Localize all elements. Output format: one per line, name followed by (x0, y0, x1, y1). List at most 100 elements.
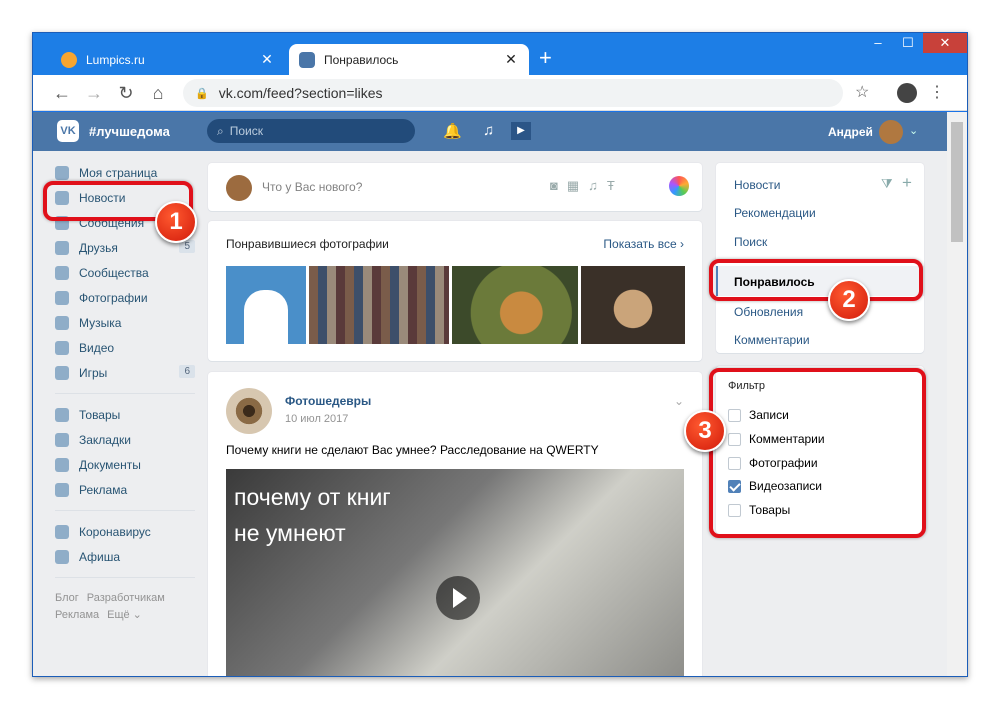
bell-icon[interactable]: 🔔 (443, 122, 462, 140)
star-icon (55, 432, 69, 447)
group-icon (55, 265, 69, 280)
virus-icon (55, 524, 69, 539)
right-menu-recommendations[interactable]: Рекомендации (734, 206, 816, 220)
right-menu-comments[interactable]: Комментарии (734, 333, 810, 347)
scrollbar-thumb[interactable] (951, 122, 963, 242)
close-tab-icon[interactable]: ✕ (259, 51, 275, 68)
mood-icon[interactable] (669, 176, 689, 196)
maximize-button[interactable]: ☐ (893, 33, 923, 53)
footer-link-developers[interactable]: Разработчикам (87, 592, 165, 604)
menu-item-bookmarks[interactable]: Закладки (55, 427, 195, 452)
menu-item-games[interactable]: Игры 6 (55, 360, 195, 385)
home-icon (55, 165, 69, 180)
step-badge-3: 3 (684, 410, 726, 452)
document-icon (55, 457, 69, 472)
menu-divider (55, 577, 195, 578)
lock-icon: 🔒 (195, 87, 209, 100)
right-menu: Новости ⧩ + Рекомендации Поиск Понравило… (716, 163, 924, 353)
bag-icon (55, 407, 69, 422)
chevron-down-icon[interactable]: ⌄ (909, 124, 918, 137)
camera-icon[interactable]: ◙ (550, 178, 558, 194)
liked-photo-2[interactable] (309, 266, 449, 344)
post-video[interactable]: почему от книг не умнеют (226, 469, 684, 676)
menu-label: Документы (79, 457, 141, 472)
liked-photo-3[interactable] (452, 266, 578, 344)
compose-input[interactable]: Что у Вас нового? (262, 180, 362, 194)
new-tab-button[interactable]: + (539, 45, 552, 71)
menu-item-photos[interactable]: Фотографии (55, 285, 195, 310)
menu-label: Товары (79, 407, 121, 422)
caption-line-1: почему от книг (234, 484, 391, 510)
menu-item-ads[interactable]: Реклама (55, 477, 195, 502)
highlight-liked (709, 259, 923, 301)
page-scrollbar[interactable] (947, 112, 967, 676)
vk-search-input[interactable]: ⌕ Поиск (207, 119, 415, 143)
music-note-icon[interactable]: ♫ (483, 122, 494, 139)
menu-label: Видео (79, 340, 115, 355)
vk-favicon-icon (299, 51, 315, 68)
chevron-down-icon[interactable]: ⌄ (674, 394, 684, 408)
menu-label: Коронавирус (79, 524, 151, 539)
play-button[interactable] (436, 576, 480, 620)
compose-icons: ◙ ▦ ♫ Ŧ (550, 178, 615, 194)
menu-item-coronavirus[interactable]: Коронавирус (55, 519, 195, 544)
ticket-icon (55, 549, 69, 564)
show-all-link[interactable]: Показать все › (603, 237, 684, 251)
cat-shape (244, 290, 288, 344)
menu-item-documents[interactable]: Документы (55, 452, 195, 477)
music-note-icon[interactable]: ♫ (588, 178, 598, 194)
browser-menu-icon[interactable]: ⋮ (929, 82, 945, 102)
window-close-button[interactable]: ✕ (923, 33, 967, 53)
address-bar[interactable]: 🔒 vk.com/feed?section=likes (183, 79, 843, 107)
film-icon (55, 340, 69, 355)
text-icon[interactable]: Ŧ (607, 178, 615, 194)
post-author[interactable]: Фотошедевры (285, 394, 371, 408)
post-date[interactable]: 10 июл 2017 (285, 413, 348, 425)
tab-liked[interactable]: Понравилось ✕ (289, 44, 529, 75)
menu-label: Музыка (79, 315, 122, 330)
vk-logo-icon[interactable]: VK (57, 120, 79, 142)
bookmark-star-icon[interactable]: ☆ (855, 82, 869, 102)
count-badge: 6 (179, 365, 195, 378)
menu-item-music[interactable]: Музыка (55, 310, 195, 335)
play-icon[interactable]: ▶ (511, 122, 531, 140)
minimize-button[interactable]: – (863, 33, 893, 53)
liked-photo-4[interactable] (581, 266, 685, 344)
tab-lumpics[interactable]: Lumpics.ru ✕ (51, 44, 285, 75)
filter-icon[interactable]: ⧩ (881, 176, 893, 192)
menu-label: Игры (79, 365, 108, 380)
forward-button[interactable]: → (83, 82, 105, 104)
right-menu-updates[interactable]: Обновления (734, 305, 803, 319)
right-menu-news[interactable]: Новости (734, 178, 780, 192)
menu-label: Моя страница (79, 165, 158, 180)
menu-divider (55, 393, 195, 394)
close-tab-icon[interactable]: ✕ (503, 51, 519, 68)
back-button[interactable]: ← (51, 82, 73, 104)
menu-item-goods[interactable]: Товары (55, 402, 195, 427)
home-button[interactable]: ⌂ (147, 82, 169, 104)
highlight-filter (709, 368, 926, 538)
liked-photos-title: Понравившиеся фотографии (226, 237, 389, 251)
author-avatar[interactable] (226, 388, 272, 434)
hashtag-label[interactable]: #лучшедома (89, 124, 170, 139)
add-icon[interactable]: + (902, 173, 912, 193)
gamepad-icon (55, 365, 69, 380)
footer-link-more[interactable]: Ещё ⌄ (107, 609, 142, 621)
reload-button[interactable]: ↻ (115, 82, 137, 104)
menu-item-video[interactable]: Видео (55, 335, 195, 360)
menu-item-communities[interactable]: Сообщества (55, 260, 195, 285)
compose-box: Что у Вас нового? ◙ ▦ ♫ Ŧ (208, 163, 702, 211)
film-icon[interactable]: ▦ (567, 178, 579, 194)
step-badge-1: 1 (155, 201, 197, 243)
user-avatar[interactable] (879, 120, 903, 144)
megaphone-icon (55, 482, 69, 497)
profile-avatar[interactable] (897, 83, 917, 103)
right-menu-search[interactable]: Поиск (734, 235, 767, 249)
footer-link-blog[interactable]: Блог (55, 592, 79, 604)
menu-item-afisha[interactable]: Афиша (55, 544, 195, 569)
footer-link-ads[interactable]: Реклама (55, 609, 99, 621)
menu-label: Афиша (79, 549, 121, 564)
browser-window: Lumpics.ru ✕ Понравилось ✕ + – ☐ ✕ ← → ↻… (32, 32, 968, 677)
user-name[interactable]: Андрей (828, 125, 873, 139)
liked-photo-1[interactable] (226, 266, 306, 344)
